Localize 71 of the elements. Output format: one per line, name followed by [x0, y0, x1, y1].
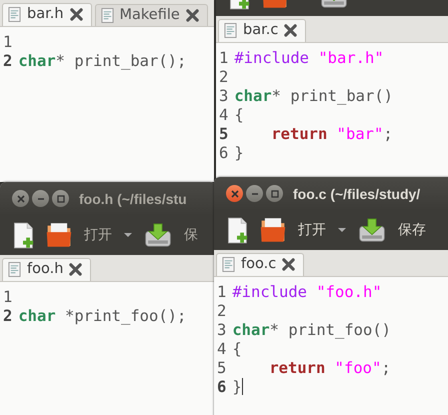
document-icon: [224, 22, 237, 38]
tab[interactable]: foo.c: [216, 253, 304, 276]
maximize-icon: [56, 194, 64, 202]
code-line: {: [234, 106, 244, 124]
line-number: 1: [2, 32, 14, 50]
line-number: 1: [216, 282, 228, 300]
code-line: }: [232, 378, 242, 396]
close-icon[interactable]: [284, 24, 298, 36]
tab[interactable]: Makefile: [94, 4, 208, 26]
new-document-icon: [12, 222, 34, 248]
close-button[interactable]: [12, 190, 29, 207]
code-line: char* print_bar(): [234, 86, 393, 104]
folder-icon: [260, 217, 286, 243]
new-button[interactable]: [12, 222, 34, 248]
code-line: {: [232, 340, 242, 358]
maximize-icon: [270, 190, 278, 198]
line-number: 2: [2, 52, 14, 70]
line-number: 2: [218, 68, 230, 86]
document-icon: [8, 262, 21, 276]
tab[interactable]: bar.c: [218, 19, 306, 42]
line-number: 5: [216, 358, 228, 376]
tab[interactable]: foo.h: [2, 258, 92, 281]
code-line: #include "foo.h": [232, 282, 382, 300]
maximize-button[interactable]: [266, 185, 283, 202]
new-button[interactable]: [226, 216, 248, 244]
open-button[interactable]: 打开: [46, 222, 112, 248]
save-icon: [144, 222, 172, 248]
tab[interactable]: bar.h: [2, 3, 92, 26]
line-number: 6: [218, 144, 230, 162]
line-number: 1: [218, 48, 230, 66]
close-icon[interactable]: [186, 8, 199, 22]
close-icon[interactable]: [70, 8, 83, 20]
caret-icon: [338, 228, 346, 232]
folder-icon: [46, 222, 72, 248]
close-button[interactable]: [226, 185, 243, 202]
close-icon[interactable]: [282, 258, 296, 270]
code-line: }: [234, 144, 244, 162]
code-line: #include "bar.h": [234, 48, 384, 66]
window-title: foo.h (~/files/stu: [79, 190, 187, 206]
open-button[interactable]: 打开: [260, 217, 326, 243]
line-number: 3: [216, 320, 228, 338]
save-button[interactable]: 保存: [358, 218, 426, 242]
maximize-button[interactable]: [52, 190, 69, 207]
close-icon[interactable]: [69, 262, 82, 276]
caret-icon: [124, 233, 132, 237]
document-icon: [8, 6, 21, 22]
save-icon: [358, 218, 386, 242]
line-number: 2: [2, 306, 14, 324]
window-title: foo.c (~/files/study/: [293, 186, 420, 202]
line-number: 3: [218, 86, 230, 104]
line-number: 1: [2, 288, 14, 306]
save-button[interactable]: 保: [144, 222, 198, 248]
dropdown-button[interactable]: [124, 233, 132, 237]
new-document-icon: [226, 216, 248, 244]
dropdown-button[interactable]: [338, 228, 346, 232]
minimize-button[interactable]: [246, 185, 263, 202]
document-icon: [222, 256, 235, 272]
code-line: return "bar";: [270, 124, 393, 142]
code-line: char* print_foo(): [232, 320, 391, 338]
minimize-button[interactable]: [32, 190, 49, 207]
close-icon: [230, 190, 238, 198]
code-line: return "foo";: [268, 358, 391, 376]
code-line: char *print_foo();: [18, 306, 186, 324]
line-number: 4: [216, 340, 228, 358]
line-number: 4: [218, 106, 230, 124]
code-line: char* print_bar();: [18, 52, 186, 70]
line-number: 6: [216, 378, 228, 396]
line-number: 2: [216, 302, 228, 320]
document-icon: [100, 8, 114, 22]
line-number: 5: [218, 124, 230, 142]
close-icon: [16, 194, 24, 202]
